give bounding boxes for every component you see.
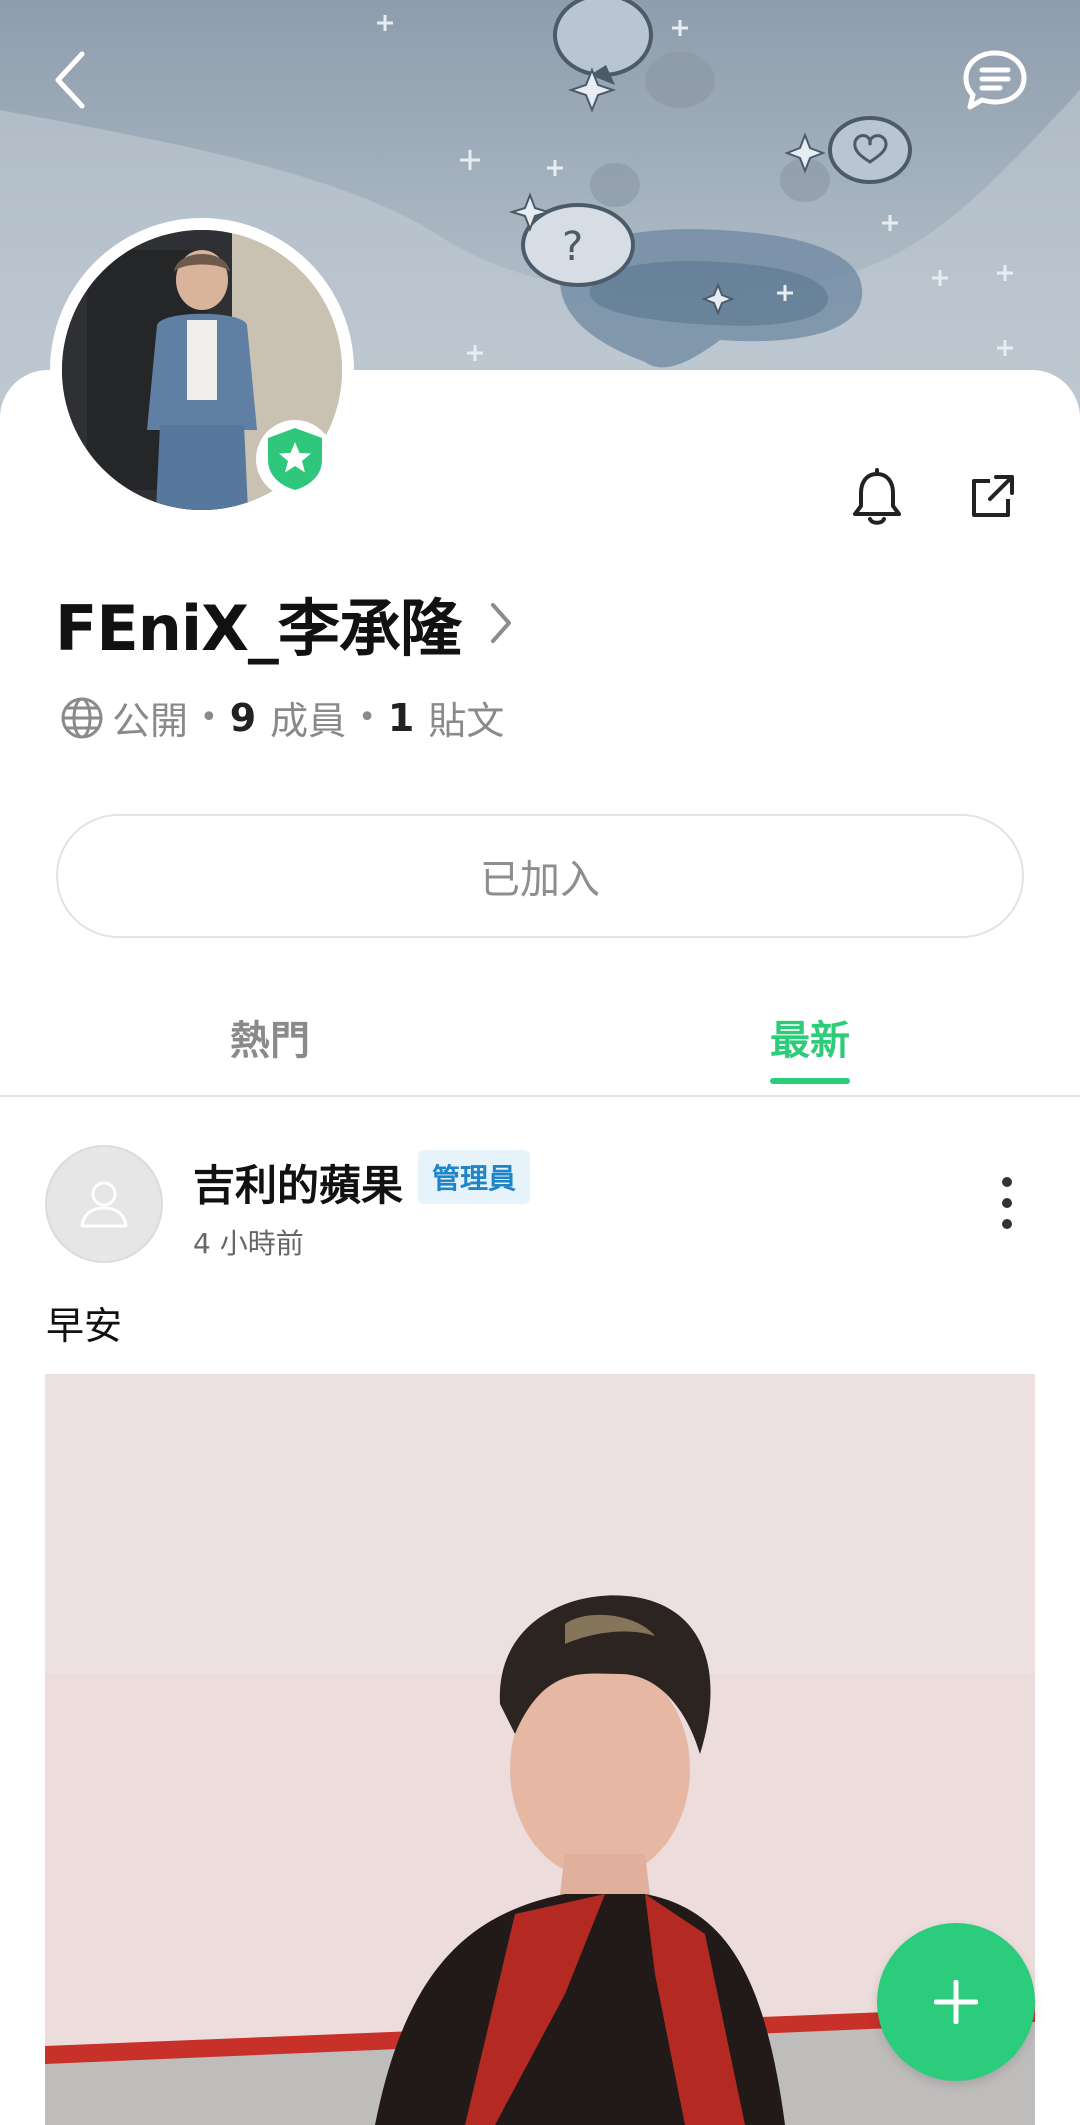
visibility-label: 公開 [112, 699, 189, 743]
chat-bubble-icon [963, 50, 1027, 110]
joined-button[interactable]: 已加入 [56, 814, 1024, 938]
group-meta: 公開 • 9 成員 • 1 貼文 [60, 690, 504, 745]
feed-tabs: 熱門 最新 [0, 990, 1080, 1097]
tab-popular[interactable]: 熱門 [230, 1008, 310, 1066]
posts-count: 1 [387, 695, 415, 740]
tab-latest[interactable]: 最新 [770, 1008, 850, 1066]
notification-button[interactable] [845, 465, 909, 529]
globe-icon [61, 697, 103, 738]
back-button[interactable] [40, 40, 100, 120]
group-title: FEniX_李承隆 [55, 592, 462, 665]
post-more-button[interactable] [984, 1170, 1030, 1236]
chevron-left-icon [55, 51, 85, 109]
post-body-text: 早安 [46, 1304, 123, 1348]
chat-button[interactable] [955, 45, 1035, 115]
plus-icon [934, 1980, 978, 2024]
post-author-name[interactable]: 吉利的蘋果 [193, 1152, 403, 1213]
members-label: 成員 [270, 699, 347, 743]
user-icon [80, 1181, 128, 1228]
bell-icon [853, 468, 901, 525]
official-badge [256, 420, 334, 498]
active-tab-indicator [770, 1078, 850, 1084]
admin-badge: 管理員 [418, 1150, 531, 1204]
separator-dot: • [200, 700, 218, 735]
chevron-right-icon [489, 593, 529, 653]
more-vertical-icon [1002, 1177, 1012, 1229]
share-button[interactable] [960, 465, 1024, 529]
shield-star-icon [268, 428, 322, 490]
post-timestamp: 4 小時前 [193, 1227, 304, 1260]
svg-text:?: ? [562, 224, 583, 270]
members-count: 9 [229, 695, 257, 740]
group-title-row[interactable]: FEniX_李承隆 [55, 578, 529, 668]
post-author-avatar[interactable] [45, 1145, 163, 1263]
create-post-button[interactable] [877, 1923, 1035, 2081]
posts-label: 貼文 [428, 699, 505, 743]
separator-dot: • [358, 700, 376, 735]
external-share-icon [972, 475, 1014, 517]
